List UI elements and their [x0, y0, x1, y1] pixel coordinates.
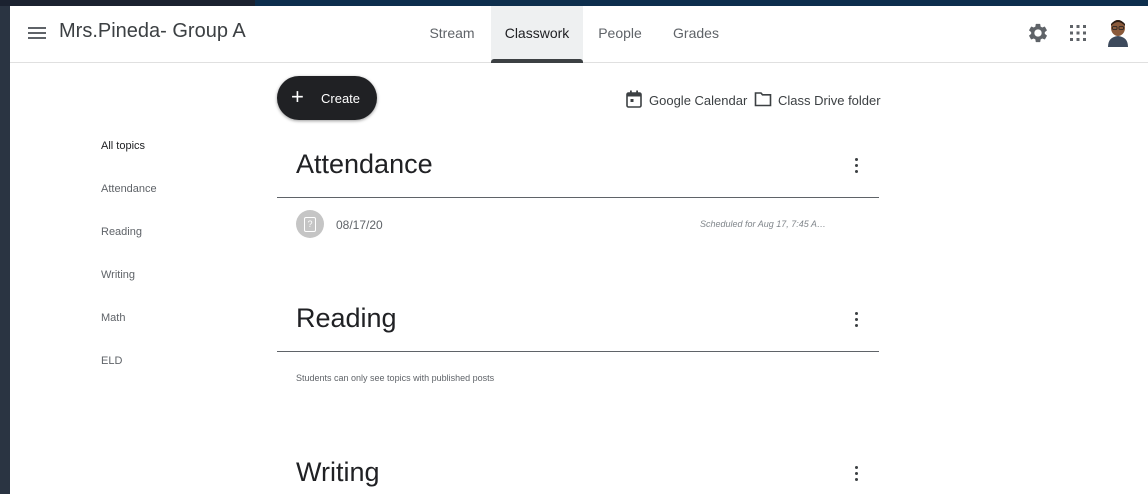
class-title[interactable]: Mrs.Pineda- Group A — [59, 20, 246, 43]
calendar-icon — [626, 90, 642, 108]
google-calendar-label: Google Calendar — [649, 93, 748, 108]
folder-icon — [754, 92, 772, 107]
classroom-window: Mrs.Pineda- Group A Stream Classwork Peo… — [10, 6, 1148, 494]
top-app-bar: Mrs.Pineda- Group A Stream Classwork Peo… — [10, 6, 1148, 63]
tab-stream[interactable]: Stream — [419, 6, 485, 62]
class-drive-folder-label: Class Drive folder — [778, 93, 881, 108]
topic-eld[interactable]: ELD — [101, 355, 122, 367]
gear-icon[interactable] — [1027, 22, 1049, 44]
apps-grid-icon[interactable] — [1069, 24, 1087, 42]
create-button[interactable]: + Create — [277, 76, 377, 120]
avatar[interactable] — [1103, 17, 1133, 47]
empty-topic-note: Students can only see topics with publis… — [296, 373, 495, 383]
topic-writing[interactable]: Writing — [101, 269, 135, 281]
topic-math[interactable]: Math — [101, 312, 125, 324]
topic-attendance[interactable]: Attendance — [101, 183, 157, 195]
topic-all-topics[interactable]: All topics — [101, 140, 145, 152]
scheduled-status: Scheduled for Aug 17, 7:45 A… — [700, 219, 826, 229]
menu-icon[interactable] — [28, 24, 46, 44]
tab-classwork[interactable]: Classwork — [491, 6, 583, 63]
plus-icon: + — [291, 84, 304, 109]
class-drive-folder-link[interactable]: Class Drive folder — [754, 90, 881, 112]
section-divider — [277, 197, 879, 198]
create-button-label: Create — [321, 91, 361, 106]
section-title-writing: Writing — [296, 457, 380, 487]
question-assignment-icon: ? — [296, 210, 324, 238]
topic-reading[interactable]: Reading — [101, 226, 142, 238]
more-vert-icon[interactable] — [849, 466, 863, 486]
tab-grades[interactable]: Grades — [667, 6, 725, 62]
google-calendar-link[interactable]: Google Calendar — [626, 90, 748, 112]
more-vert-icon[interactable] — [849, 158, 863, 178]
section-divider — [277, 351, 879, 352]
desktop-backdrop-left — [0, 0, 10, 494]
classwork-item-title[interactable]: 08/17/20 — [336, 218, 383, 232]
more-vert-icon[interactable] — [849, 312, 863, 332]
section-title-attendance: Attendance — [296, 149, 433, 179]
tab-people[interactable]: People — [593, 6, 647, 62]
section-title-reading: Reading — [296, 303, 397, 333]
